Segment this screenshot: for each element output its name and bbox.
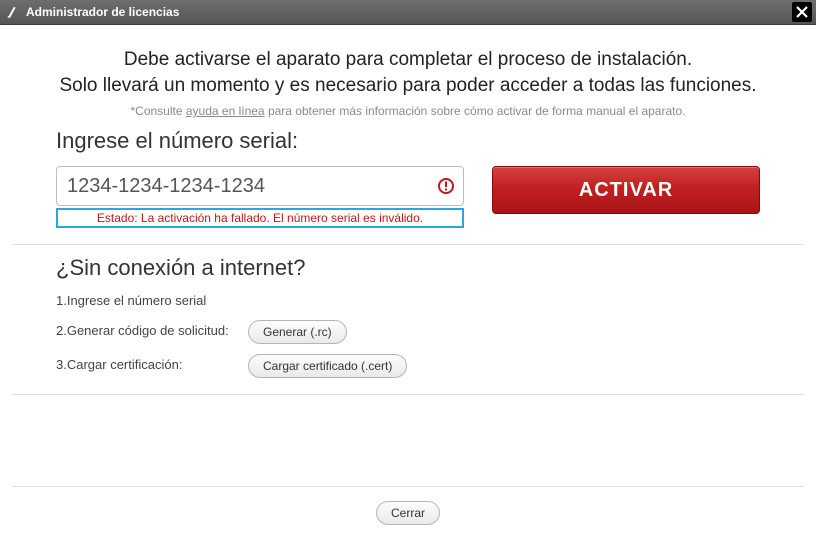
step-num: 1. [56,293,67,308]
help-link[interactable]: ayuda en línea [186,104,265,118]
app-icon [6,5,20,19]
offline-step-1: 1.Ingrese el número serial [56,293,760,309]
step-label: Cargar certificación: [67,357,183,372]
help-prefix: *Consulte [131,104,186,118]
dialog-footer: Cerrar [12,486,804,525]
activate-button[interactable]: ACTIVAR [492,166,760,214]
intro-line1: Debe activarse el aparato para completar… [124,49,692,70]
serial-heading: Ingrese el número serial: [56,128,760,154]
help-suffix: para obtener más información sobre cómo … [265,104,686,118]
window-title: Administrador de licencias [26,5,792,19]
offline-heading: ¿Sin conexión a internet? [56,255,760,281]
step-num: 3. [56,357,67,372]
status-message: Estado: La activación ha fallado. El núm… [56,208,464,228]
close-button[interactable] [792,2,812,22]
titlebar: Administrador de licencias [0,0,816,25]
offline-section: ¿Sin conexión a internet? 1.Ingrese el n… [12,245,804,394]
intro-line2: Solo llevará un momento y es necesario p… [59,75,756,96]
intro-text: Debe activarse el aparato para completar… [12,47,804,98]
serial-input[interactable] [56,166,464,206]
step-num: 2. [56,323,67,338]
offline-step-2: 2.Generar código de solicitud: Generar (… [56,320,760,344]
dialog-body: Debe activarse el aparato para completar… [0,25,816,543]
serial-section: Ingrese el número serial: Estado: La act… [12,118,804,245]
step-label: Generar código de solicitud: [67,323,229,338]
offline-step-3: 3.Cargar certificación: Cargar certifica… [56,354,760,378]
close-dialog-button[interactable]: Cerrar [376,501,440,525]
error-icon [438,178,454,194]
help-note: *Consulte ayuda en línea para obtener má… [12,104,804,118]
load-cert-button[interactable]: Cargar certificado (.cert) [248,354,407,378]
step-label: Ingrese el número serial [67,293,206,308]
generate-rc-button[interactable]: Generar (.rc) [248,320,347,344]
